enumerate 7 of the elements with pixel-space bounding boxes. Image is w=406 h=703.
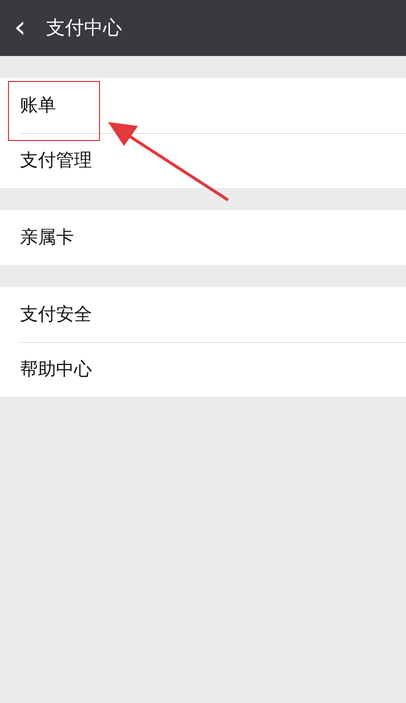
menu-item[interactable]: 帮助中心 [20, 356, 92, 383]
menu-item[interactable]: 支付安全 [20, 301, 92, 328]
page-title: 支付中心 [46, 16, 122, 41]
menu-item[interactable]: 账单 [20, 92, 56, 119]
back-button[interactable]: ‹ [14, 13, 36, 43]
menu-item[interactable]: 支付管理 [20, 147, 92, 174]
menu-item[interactable]: 亲属卡 [20, 224, 74, 251]
